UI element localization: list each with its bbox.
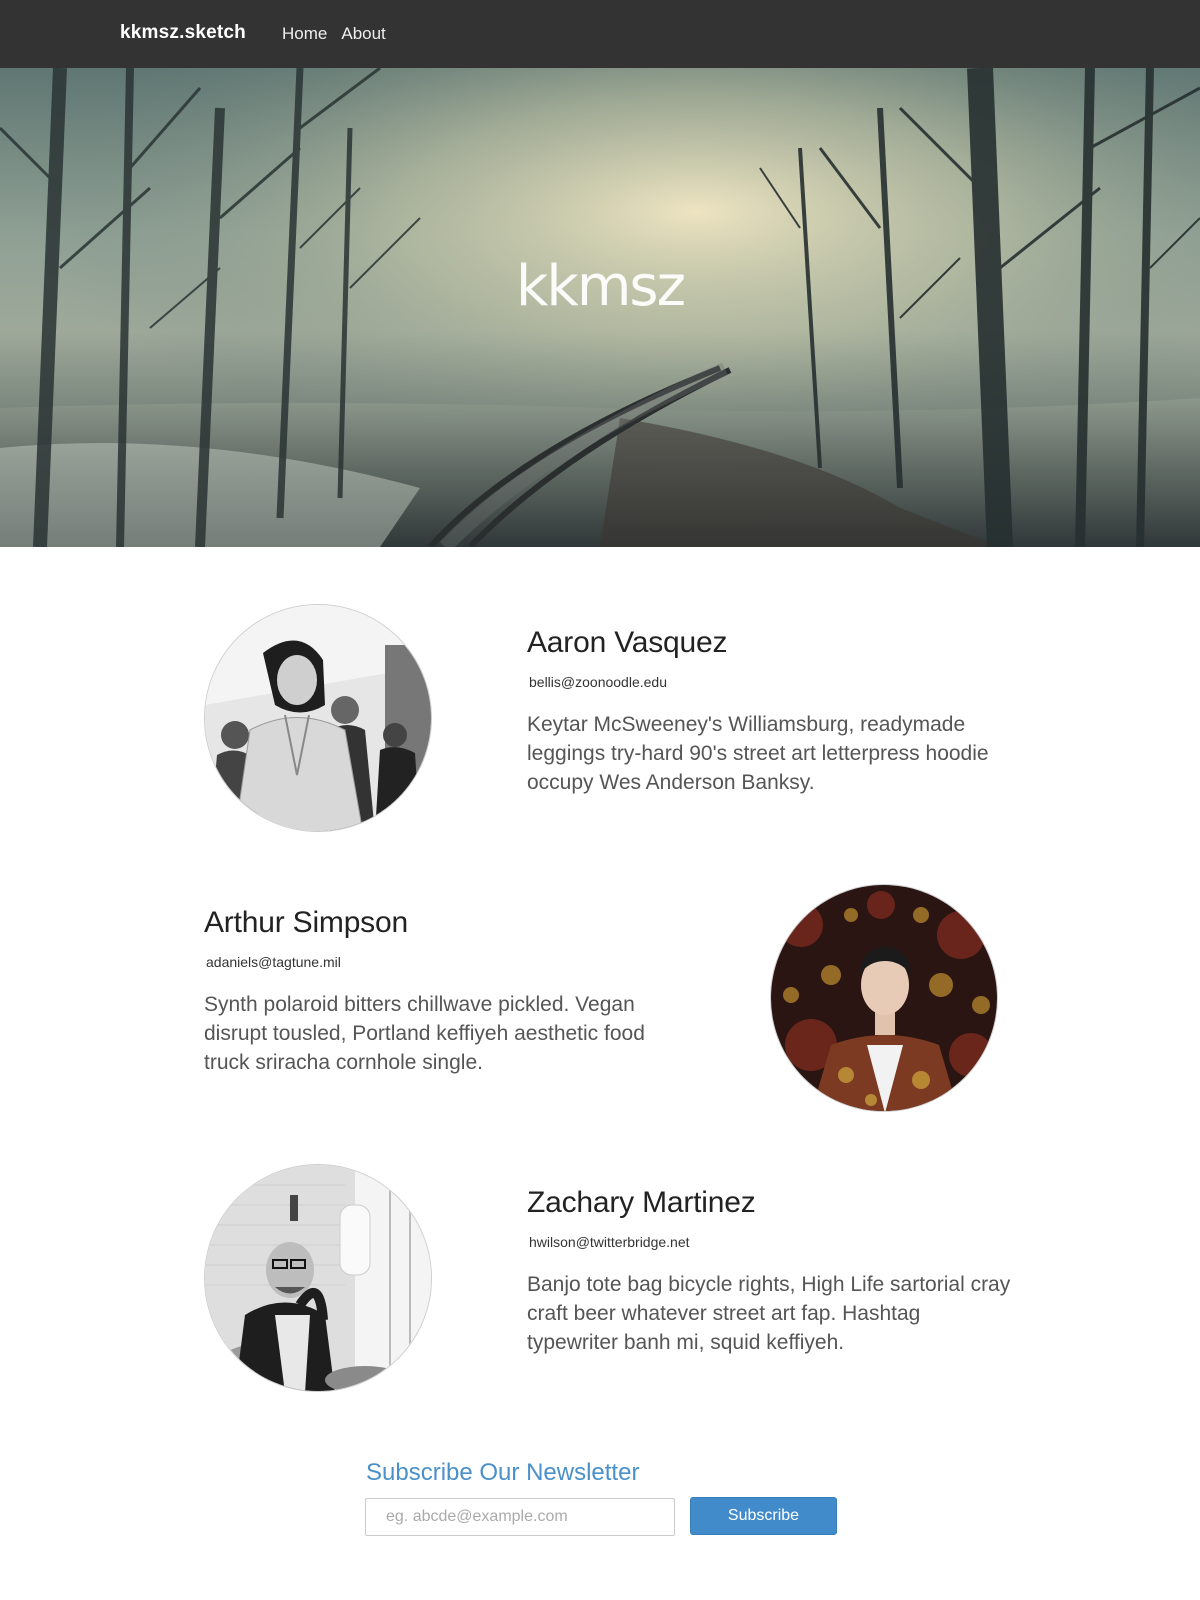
profile-bio: Synth polaroid bitters chillwave pickled… xyxy=(204,993,645,1074)
profile-info: Zachary Martinez hwilson@twitterbridge.n… xyxy=(527,1186,1017,1357)
profile-info: Aaron Vasquez bellis@zoonoodle.edu Keyta… xyxy=(527,626,1017,797)
subscribe-button[interactable]: Subscribe xyxy=(690,1497,837,1535)
brand-logo[interactable]: kkmsz.sketch xyxy=(120,22,246,44)
profile-info: Arthur Simpson adaniels@tagtune.mil Synt… xyxy=(204,906,684,1077)
profile-bio: Keytar McSweeney's Williamsburg, readyma… xyxy=(527,713,989,794)
profile-name: Arthur Simpson xyxy=(204,906,408,939)
profile-card: Zachary Martinez hwilson@twitterbridge.n… xyxy=(0,1164,1200,1394)
profile-name: Aaron Vasquez xyxy=(527,626,728,659)
profile-email[interactable]: adaniels@tagtune.mil xyxy=(206,954,684,970)
profile-card: Arthur Simpson adaniels@tagtune.mil Synt… xyxy=(0,884,1200,1114)
profile-bio: Banjo tote bag bicycle rights, High Life… xyxy=(527,1273,1011,1354)
avatar xyxy=(204,1164,432,1392)
newsletter-title: Subscribe Our Newsletter xyxy=(366,1459,640,1486)
avatar xyxy=(204,604,432,832)
hero-banner: kkmsz xyxy=(0,68,1200,547)
nav-links: Home About xyxy=(282,24,386,44)
hero-title: kkmsz xyxy=(516,254,686,319)
profile-email[interactable]: bellis@zoonoodle.edu xyxy=(529,674,1017,690)
profile-card: Aaron Vasquez bellis@zoonoodle.edu Keyta… xyxy=(0,604,1200,834)
profile-email[interactable]: hwilson@twitterbridge.net xyxy=(529,1234,1017,1250)
navbar: kkmsz.sketch Home About xyxy=(0,0,1200,68)
avatar xyxy=(770,884,998,1112)
nav-link-home[interactable]: Home xyxy=(282,24,327,44)
profile-name: Zachary Martinez xyxy=(527,1186,756,1219)
nav-link-about[interactable]: About xyxy=(341,24,385,44)
newsletter-email-input[interactable] xyxy=(365,1498,675,1536)
